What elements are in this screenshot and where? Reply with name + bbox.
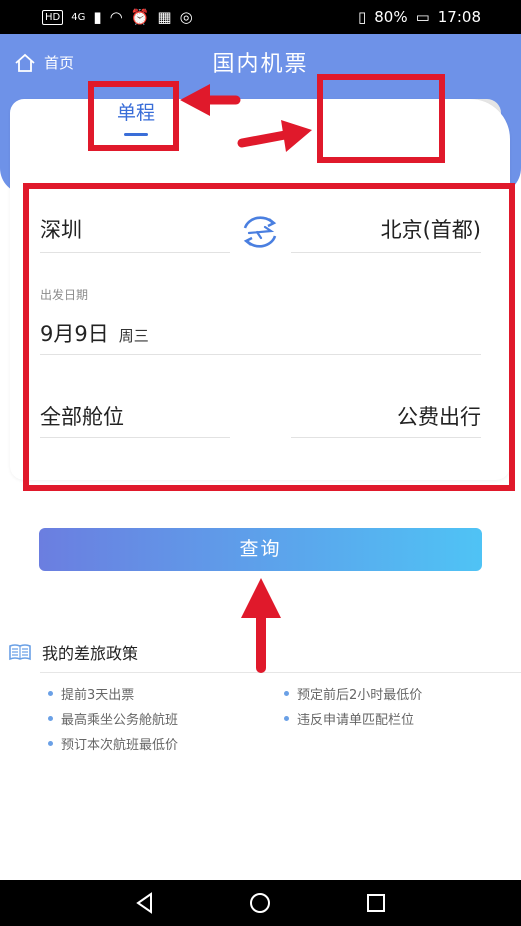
recents-icon[interactable]: [364, 891, 388, 915]
cabin-underline: [40, 437, 230, 438]
hd-badge: HD: [42, 9, 64, 25]
from-city[interactable]: 深圳: [40, 214, 82, 244]
page-title: 国内机票: [212, 52, 309, 77]
wifi-icon: ◠: [109, 8, 123, 26]
bullet-icon: [284, 716, 289, 721]
date-underline: [40, 354, 481, 355]
alarm-icon: ⏰: [130, 8, 150, 26]
back-icon[interactable]: [133, 891, 157, 915]
system-nav-bar: [0, 880, 521, 926]
to-city[interactable]: 北京(首都): [381, 214, 481, 244]
arrow-to-search: [241, 578, 281, 673]
swap-cities-icon[interactable]: [239, 213, 281, 251]
chat-icon: ◎: [179, 8, 193, 26]
policy-item-text: 最高乘坐公务舱航班: [61, 713, 179, 728]
to-city-underline: [291, 252, 481, 253]
policy-item: 预订本次航班最低价: [48, 734, 178, 753]
tab-one-way[interactable]: 单程: [96, 98, 176, 138]
policy-item: 最高乘坐公务舱航班: [48, 709, 178, 728]
from-city-underline: [40, 252, 230, 253]
travel-policy-header: 我的差旅政策: [8, 640, 138, 664]
signal-icon: ▮: [93, 8, 102, 26]
policy-item: 预定前后2小时最低价: [284, 684, 422, 703]
cabin-class-select[interactable]: 全部舱位: [40, 401, 124, 431]
vibrate-icon: ▯: [357, 8, 367, 26]
home-nav-icon[interactable]: [248, 891, 272, 915]
policy-divider: [40, 672, 521, 673]
policy-item-text: 违反申请单匹配栏位: [297, 713, 415, 728]
date-label: 出发日期: [40, 288, 89, 302]
battery-percent: 80%: [374, 8, 408, 26]
departure-date: 9月9日: [40, 322, 109, 346]
network-label: 4G: [71, 11, 86, 23]
tab-active-indicator: [124, 133, 148, 136]
status-bar: HD 4G ▮ ◠ ⏰ ▦ ◎ ▯ 80% ▭ 17:08: [0, 0, 521, 34]
battery-icon: ▭: [415, 8, 430, 26]
travel-type-underline: [291, 437, 481, 438]
travel-policy-title: 我的差旅政策: [42, 644, 139, 663]
policy-item-text: 提前3天出票: [61, 688, 135, 703]
policy-item: 提前3天出票: [48, 684, 134, 703]
bullet-icon: [48, 691, 53, 696]
chart-icon: ▦: [157, 8, 172, 26]
search-button[interactable]: 查询: [39, 528, 482, 571]
policy-item: 违反申请单匹配栏位: [284, 709, 414, 728]
bullet-icon: [48, 716, 53, 721]
departure-weekday: 周三: [118, 327, 149, 345]
departure-date-field[interactable]: 9月9日 周三: [40, 318, 149, 348]
clock: 17:08: [437, 8, 481, 26]
policy-item-text: 预定前后2小时最低价: [297, 688, 423, 703]
travel-type-select[interactable]: 公费出行: [397, 401, 481, 431]
bullet-icon: [48, 741, 53, 746]
book-icon: [9, 644, 31, 661]
bullet-icon: [284, 691, 289, 696]
policy-item-text: 预订本次航班最低价: [61, 738, 179, 753]
